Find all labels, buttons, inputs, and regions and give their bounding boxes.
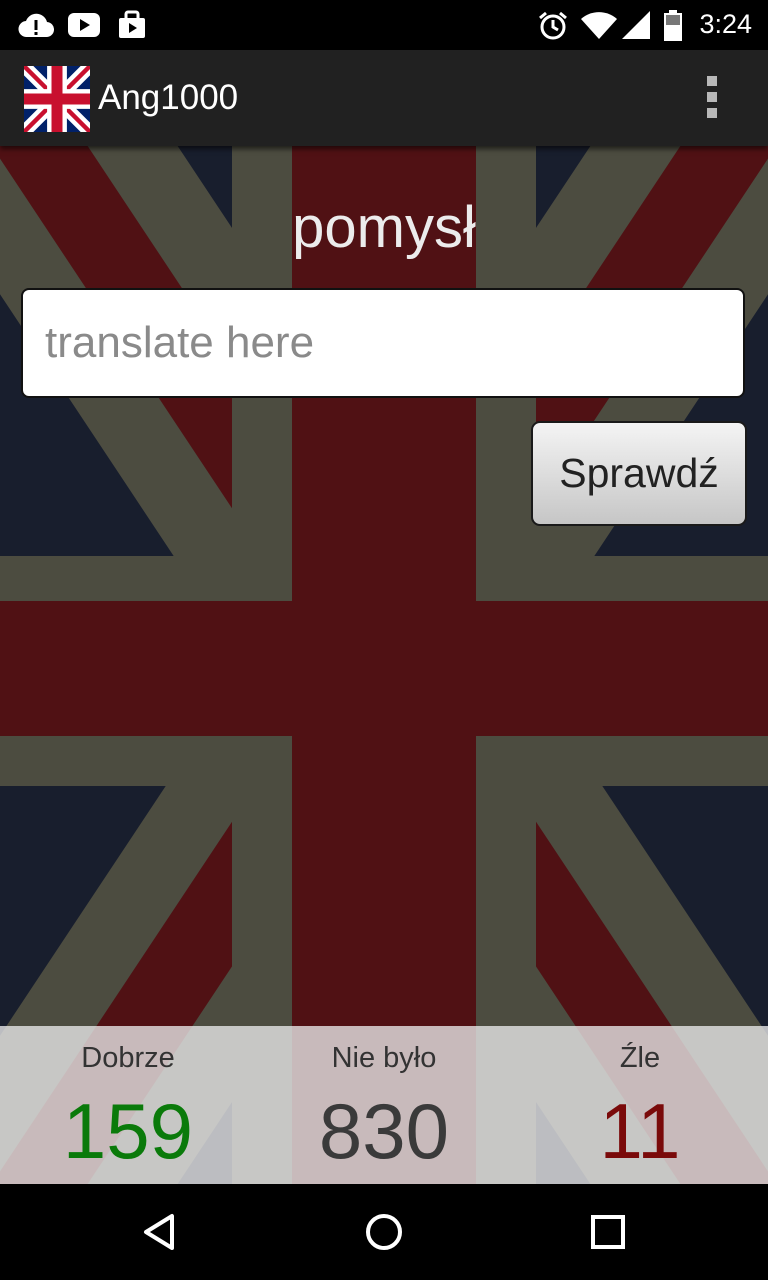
back-icon[interactable] (132, 1204, 188, 1260)
wifi-icon (581, 12, 617, 39)
home-icon[interactable] (356, 1204, 412, 1260)
remaining-count: 830 (318, 1087, 450, 1175)
signal-icon (622, 11, 650, 39)
wrong-count: 11 (599, 1087, 681, 1175)
remaining-label: Nie było (331, 1042, 437, 1074)
check-button[interactable]: Sprawdź (531, 421, 747, 526)
alarm-icon (539, 11, 567, 40)
app-title: Ang1000 (98, 78, 239, 117)
correct-count: 159 (62, 1087, 194, 1175)
youtube-icon (68, 13, 100, 37)
app-bar: Ang1000 (0, 50, 768, 146)
translation-input[interactable]: translate here (21, 288, 745, 398)
word-to-translate: pomysł (292, 195, 476, 260)
cloud-alert-icon (18, 13, 54, 38)
battery-icon (664, 10, 682, 41)
navigation-bar (0, 1184, 768, 1280)
clock: 3:24 (699, 9, 752, 39)
overflow-menu-icon[interactable] (700, 76, 724, 122)
correct-label: Dobrze (81, 1042, 175, 1074)
score-panel: Dobrze 159 Nie było 830 Źle 11 (0, 1026, 768, 1184)
recents-icon[interactable] (580, 1204, 636, 1260)
bag-icon (119, 10, 145, 38)
translation-input-placeholder: translate here (45, 318, 315, 367)
uk-flag-icon[interactable] (24, 66, 90, 132)
wrong-label: Źle (619, 1042, 661, 1074)
quiz-screen: pomysł translate here Sprawdź Dobrze 159… (0, 146, 768, 1184)
status-bar: 3:24 (0, 0, 768, 50)
